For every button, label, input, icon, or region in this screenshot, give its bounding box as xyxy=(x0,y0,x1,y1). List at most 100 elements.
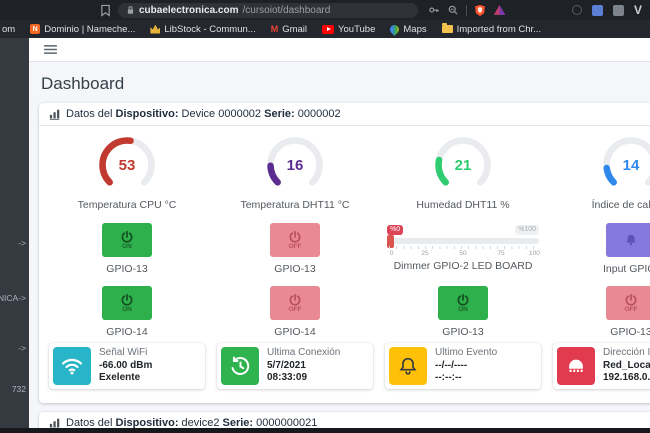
gpio-label: GPIO-14 xyxy=(274,326,315,338)
page-title: Dashboard xyxy=(41,74,650,94)
device1-card-header: Datos del Dispositivo: Device 0000002 Se… xyxy=(39,103,650,126)
info-line2: Exelente xyxy=(99,372,152,385)
bookmark-label: Dominio | Nameche... xyxy=(44,24,135,35)
gpio-label: GPIO-14 xyxy=(106,326,147,338)
browser-right-icons: V xyxy=(572,4,642,16)
content-area: Dashboard Datos del Dispositivo: Device … xyxy=(29,62,650,433)
switch-state-label: OFF xyxy=(289,306,302,313)
info-box-ip-address: Dirección IP Red_Local 192.168.0.19 xyxy=(553,343,650,389)
info-line2: 192.168.0.19 xyxy=(603,372,650,385)
gauge-humedad-dht11: 21 Humedad DHT11 % xyxy=(385,132,541,218)
info-line1: Red_Local xyxy=(603,360,650,373)
main-area: Dashboard Datos del Dispositivo: Device … xyxy=(29,38,650,428)
app-window: -> NICA-> -> 732 Dashboard Datos del Dis… xyxy=(0,38,650,428)
header-text: Datos del Dispositivo: Device 0000002 Se… xyxy=(66,108,341,120)
bookmark-item-youtube[interactable]: YouTube xyxy=(322,24,375,35)
gauge-label: Índice de calor D xyxy=(592,199,650,211)
input-gpio-button[interactable] xyxy=(606,223,650,257)
sidebar-item[interactable]: 732 xyxy=(12,384,26,394)
bookmark-item-gmail[interactable]: MGmail xyxy=(271,24,307,35)
bookmark-ribbon-icon[interactable] xyxy=(100,4,111,17)
url-host: cubaelectronica.com xyxy=(139,5,238,16)
dimmer-slider[interactable]: %0 %100 0 25 50 75 xyxy=(387,225,539,258)
wifi-icon xyxy=(53,347,91,385)
gauge-temperatura-cpu: 53 Temperatura CPU °C xyxy=(49,132,205,218)
bookmarks-bar: om N Dominio | Nameche... LibStock - Comm… xyxy=(0,20,650,38)
device1-card: Datos del Dispositivo: Device 0000002 Se… xyxy=(39,103,650,403)
gauge-value: 21 xyxy=(432,157,494,174)
bookmark-item[interactable]: om xyxy=(2,24,15,35)
gpio13-input-switch-off-cell: OFF GPIO-13 xyxy=(553,286,650,338)
bell-icon xyxy=(389,347,427,385)
bar-chart-icon xyxy=(49,108,61,120)
tick-label: 0 xyxy=(390,250,394,257)
dimmer-cell: %0 %100 0 25 50 75 xyxy=(385,223,541,281)
info-title: Ultima Conexión xyxy=(267,347,340,360)
gpio14-off-button[interactable]: OFF xyxy=(270,286,320,320)
browser-menu-button[interactable]: V xyxy=(634,4,642,16)
sidebar-item[interactable]: NICA-> xyxy=(0,293,26,303)
zoom-icon[interactable] xyxy=(447,4,459,16)
address-bar-icons xyxy=(428,4,506,17)
gpio13-on-button[interactable]: ON xyxy=(102,223,152,257)
extension-blue-icon[interactable] xyxy=(592,5,603,16)
info-line1: --/--/---- xyxy=(435,360,497,373)
bookmark-label: YouTube xyxy=(338,24,375,35)
namecheap-icon: N xyxy=(30,24,40,34)
sidebar-item[interactable]: -> xyxy=(18,343,26,353)
gpio14-switch-off-cell: OFF GPIO-14 xyxy=(217,286,373,338)
hamburger-menu-icon[interactable] xyxy=(43,44,58,55)
gpio13-dimmer-switch-on-cell: ON GPIO-13 xyxy=(385,286,541,338)
info-line1: 5/7/2021 xyxy=(267,360,340,373)
power-icon xyxy=(288,230,302,244)
top-navbar xyxy=(29,38,650,62)
info-title: Dirección IP xyxy=(603,347,650,360)
sidebar: -> NICA-> -> 732 xyxy=(0,38,29,428)
key-icon[interactable] xyxy=(428,4,440,16)
slider-track[interactable] xyxy=(387,238,539,244)
slider-tick-labels: 0 25 50 75 100 xyxy=(387,250,539,258)
bookmark-label: Gmail xyxy=(282,24,307,35)
libstock-icon xyxy=(150,25,160,34)
power-icon xyxy=(120,293,134,307)
gpio14-on-button[interactable]: ON xyxy=(102,286,152,320)
info-box-last-event: Ultimo Evento --/--/---- --:--:-- xyxy=(385,343,541,389)
gpio-label: GPIO-13 xyxy=(610,326,650,338)
bookmark-item-maps[interactable]: Maps xyxy=(390,24,426,35)
bookmark-label: LibStock - Commun... xyxy=(164,24,255,35)
gauge-label: Temperatura DHT11 °C xyxy=(240,199,349,211)
gpio13-switch-on-cell: ON GPIO-13 xyxy=(49,223,205,281)
info-box-last-connection: Ultima Conexión 5/7/2021 08:33:09 xyxy=(217,343,373,389)
gpio13-on-button[interactable]: ON xyxy=(438,286,488,320)
sidebar-item[interactable]: -> xyxy=(18,238,26,248)
bookmark-label: Maps xyxy=(403,24,426,35)
switch-state-label: ON xyxy=(122,243,132,250)
bookmark-item-libstock[interactable]: LibStock - Commun... xyxy=(150,24,255,35)
history-icon xyxy=(221,347,259,385)
gauge-temperatura-dht11: 16 Temperatura DHT11 °C xyxy=(217,132,373,218)
lock-icon xyxy=(126,5,135,15)
gpio13-off-button[interactable]: OFF xyxy=(606,286,650,320)
gauge-value: 14 xyxy=(600,157,650,174)
extension-gray-icon[interactable] xyxy=(613,5,624,16)
gauge-label: Humedad DHT11 % xyxy=(416,199,509,211)
gmail-icon: M xyxy=(271,24,279,34)
gauge-indice-calor: 14 Índice de calor D xyxy=(553,132,650,218)
switch-state-label: OFF xyxy=(625,306,638,313)
warning-triangle-extension-icon[interactable] xyxy=(493,4,506,16)
gpio13-off-button[interactable]: OFF xyxy=(270,223,320,257)
info-title: Ultimo Evento xyxy=(435,347,497,360)
gpio-label: GPIO-13 xyxy=(106,263,147,275)
network-icon xyxy=(557,347,595,385)
browser-toolbar: cubaelectronica.com/cursoiot/dashboard V xyxy=(0,0,650,20)
gauge-value: 53 xyxy=(96,157,158,174)
bookmark-item-dominio[interactable]: N Dominio | Nameche... xyxy=(30,24,135,35)
bookmark-item-imported[interactable]: Imported from Chr... xyxy=(442,24,541,35)
tick-label: 75 xyxy=(497,250,504,257)
brave-shield-icon[interactable] xyxy=(474,4,486,17)
power-icon xyxy=(120,230,134,244)
url-bar[interactable]: cubaelectronica.com/cursoiot/dashboard xyxy=(118,3,418,18)
tick-label: 100 xyxy=(529,250,540,257)
sync-icon[interactable] xyxy=(572,5,582,15)
bottom-edge xyxy=(0,428,650,433)
